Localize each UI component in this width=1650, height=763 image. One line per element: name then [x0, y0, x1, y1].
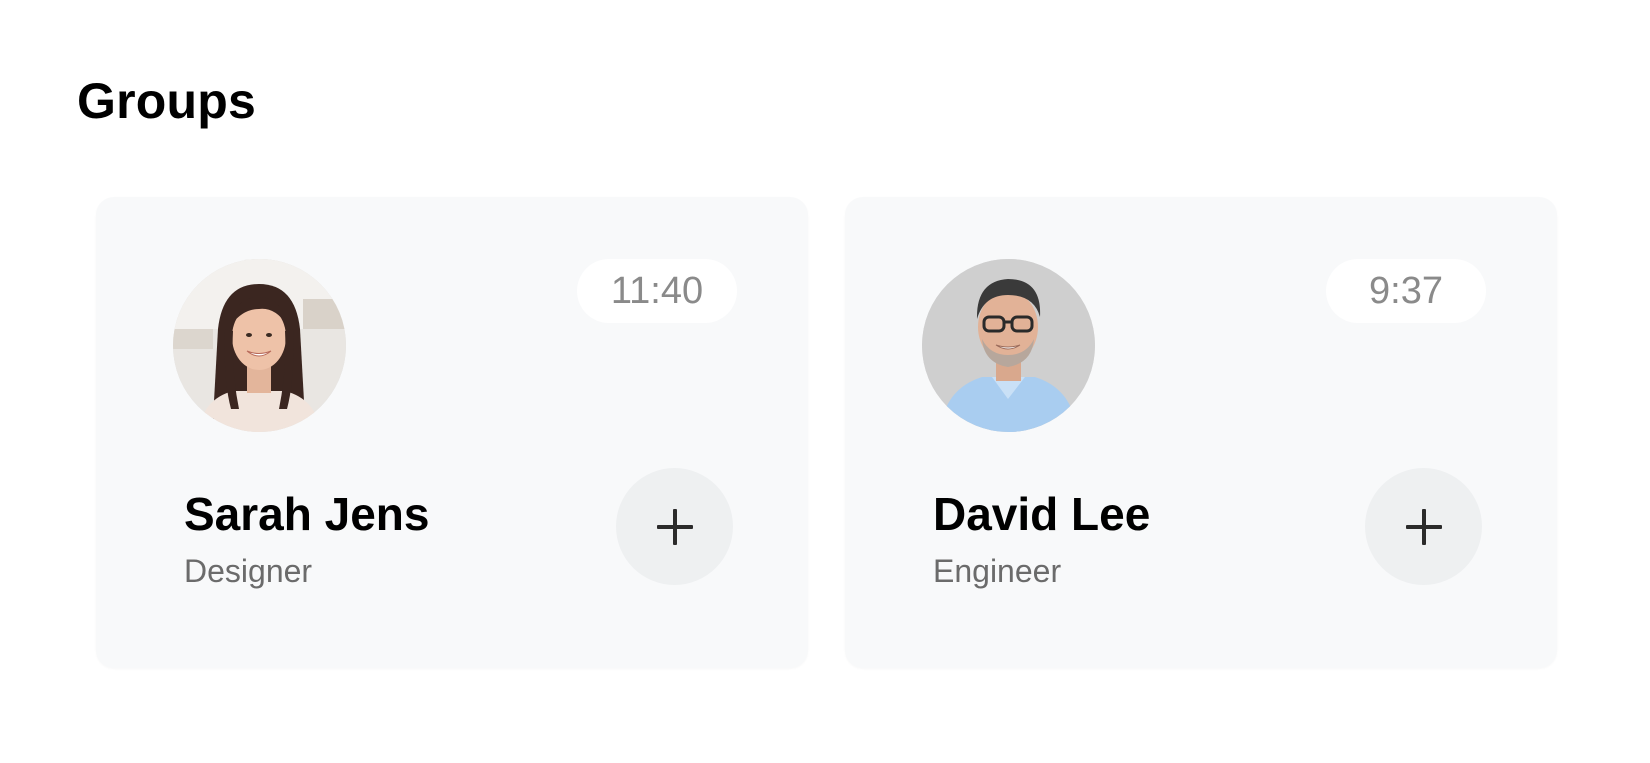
add-button[interactable] — [1365, 468, 1482, 585]
plus-icon — [1405, 508, 1442, 545]
person-name: David Lee — [933, 488, 1151, 540]
plus-icon — [656, 508, 693, 545]
person-role: Engineer — [933, 553, 1062, 589]
add-button[interactable] — [616, 468, 733, 585]
person-name: Sarah Jens — [184, 488, 430, 540]
time-badge: 11:40 — [577, 259, 737, 323]
contact-card-sarah-jens[interactable]: 11:40 Sarah Jens Designer — [96, 197, 808, 668]
avatar — [173, 259, 346, 432]
person-role: Designer — [184, 553, 313, 589]
page-title: Groups — [77, 73, 256, 129]
time-badge: 9:37 — [1326, 259, 1486, 323]
avatar — [922, 259, 1095, 432]
contact-card-david-lee[interactable]: 9:37 David Lee Engineer — [845, 197, 1557, 668]
avatar-photo-woman — [173, 259, 346, 432]
avatar-photo-man — [922, 259, 1095, 432]
groups-page: Groups 11:40 Sarah Jens Designer 9:37 Da… — [0, 0, 1650, 763]
